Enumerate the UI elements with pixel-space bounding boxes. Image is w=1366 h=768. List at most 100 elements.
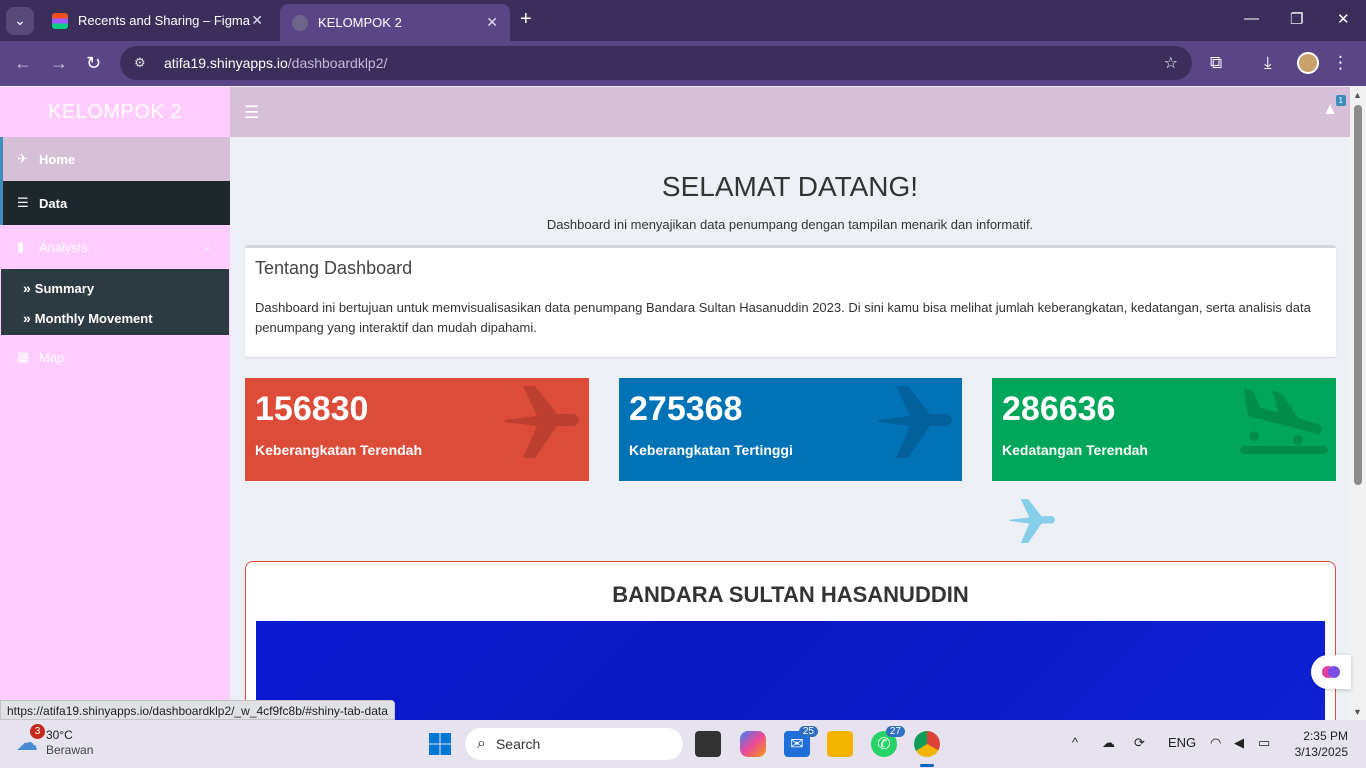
value-box-number: 275368 (629, 390, 743, 428)
close-icon[interactable]: ✕ (251, 12, 263, 29)
chevron-left-icon: ‹ (205, 239, 210, 255)
value-box-number: 156830 (255, 390, 369, 428)
download-icon[interactable]: ⤓ (1264, 53, 1272, 73)
windows-taskbar: ☁ 3 30°C Berawan ⌕ Search ✉ 25 ✆ 27 ^ ☁ ⟳ E… (0, 720, 1366, 768)
forward-icon[interactable]: → (50, 53, 68, 74)
windows-logo-icon (429, 733, 451, 755)
cloud-icon: ☁ 3 (16, 724, 45, 756)
copilot-icon[interactable] (740, 731, 766, 757)
profile-avatar[interactable] (1297, 52, 1319, 74)
status-bar-url: https://atifa19.shinyapps.io/dashboardkl… (0, 700, 395, 720)
whatsapp-badge: 27 (885, 726, 905, 737)
analysis-submenu: » Summary » Monthly Movement (1, 269, 229, 335)
browser-toolbar: ← → ↻ ⚙ atifa19.shinyapps.io/dashboardkl… (0, 41, 1366, 86)
scroll-down-icon[interactable]: ▼ (1353, 707, 1362, 717)
brain-icon (1322, 666, 1340, 678)
airport-box: BANDARA SULTAN HASANUDDIN (245, 561, 1336, 720)
wifi-icon[interactable]: ◠ (1210, 735, 1221, 751)
kebab-menu-icon[interactable]: ⋮ (1332, 53, 1349, 73)
taskbar-search[interactable]: ⌕ Search (465, 728, 683, 760)
value-box-highest-departure: 275368 Keberangkatan Tertinggi (619, 378, 962, 481)
notification-badge: 1 (1335, 95, 1346, 106)
sidebar-item-label: Map (39, 349, 65, 365)
sidebar-subitem-summary[interactable]: » Summary (1, 273, 229, 303)
site-settings-icon[interactable]: ⚙ (134, 55, 152, 71)
scrollbar-thumb[interactable] (1354, 105, 1362, 485)
extensions-icon[interactable]: ⧉ (1210, 53, 1222, 73)
ai-assistant-brain-icon[interactable] (1311, 655, 1351, 689)
system-clock[interactable]: 2:35 PM 3/13/2025 (1288, 728, 1348, 760)
window-close-icon[interactable]: ✕ (1337, 10, 1350, 28)
weather-temp: 30°C (46, 728, 73, 742)
airport-title: BANDARA SULTAN HASANUDDIN (612, 582, 969, 607)
search-placeholder: Search (495, 736, 541, 752)
page-scrollbar[interactable]: ▲ ▼ (1350, 87, 1366, 720)
value-box-label: Keberangkatan Terendah (255, 442, 423, 458)
clock-date: 3/13/2025 (1294, 745, 1348, 759)
hamburger-menu-icon[interactable]: ☰ (244, 103, 259, 123)
sidebar-item-analysis[interactable]: ▮ Analysis ‹ (0, 225, 230, 269)
figma-icon (52, 12, 68, 29)
value-box-label: Kedatangan Terendah (1002, 442, 1148, 458)
notification-warning-icon[interactable]: ▲ 1 (1322, 95, 1346, 119)
brand-logo[interactable]: KELOMPOK 2 (0, 87, 230, 137)
bar-chart-icon: ▮ (17, 239, 25, 254)
page-subtitle: Dashboard ini menyajikan data penumpang … (546, 217, 1034, 232)
tab-search-button[interactable]: ⌄ (6, 6, 34, 35)
value-box-label: Keberangkatan Tertinggi (629, 442, 793, 458)
browser-tab-figma[interactable]: Recents and Sharing – Figma ✕ (40, 0, 275, 41)
weather-badge: 3 (30, 724, 45, 739)
globe-icon (292, 14, 308, 31)
plane-icon (505, 386, 579, 458)
about-box-title: Tentang Dashboard (255, 258, 413, 278)
value-box-number: 286636 (1002, 390, 1116, 428)
sidebar-item-home[interactable]: ✈ Home (0, 137, 230, 181)
sidebar-item-label: Analysis (39, 239, 88, 255)
back-icon[interactable]: ← (14, 53, 32, 74)
database-icon: ☰ (17, 195, 29, 210)
double-angle-right-icon: » (23, 310, 31, 326)
task-view-icon[interactable] (695, 731, 721, 757)
sidebar-subitem-label: Summary (34, 280, 95, 296)
weather-widget[interactable]: ☁ 3 30°C Berawan (16, 724, 94, 758)
value-box-lowest-arrival: 286636 Kedatangan Terendah (992, 378, 1336, 481)
sidebar-item-map[interactable]: ▦ Map (0, 335, 230, 379)
tab-title: KELOMPOK 2 (318, 15, 402, 30)
chevron-down-icon: ⌄ (14, 12, 26, 28)
sidebar-subitem-monthly-movement[interactable]: » Monthly Movement (1, 303, 229, 333)
plane-arrival-icon (1240, 388, 1328, 454)
file-explorer-icon[interactable] (827, 731, 853, 757)
scroll-up-icon[interactable]: ▲ (1353, 90, 1362, 100)
address-bar[interactable]: ⚙ atifa19.shinyapps.io/dashboardklp2/ ☆ (120, 46, 1192, 80)
url-host: atifa19.shinyapps.io (164, 55, 288, 71)
windows-start-icon[interactable] (427, 731, 453, 757)
maximize-icon[interactable]: ❐ (1290, 10, 1303, 28)
chrome-icon[interactable] (914, 731, 940, 757)
onedrive-icon[interactable]: ☁ (1102, 735, 1115, 751)
reload-icon[interactable]: ↻ (86, 53, 101, 74)
battery-icon[interactable]: ▭ (1258, 735, 1270, 751)
clock-time: 2:35 PM (1303, 729, 1348, 743)
plane-icon (1009, 499, 1055, 543)
double-angle-right-icon: » (23, 280, 31, 296)
whatsapp-icon[interactable]: ✆ 27 (871, 726, 905, 757)
sidebar-item-data[interactable]: ☰ Data (0, 181, 230, 225)
url-path: /dashboardklp2/ (287, 55, 388, 71)
sidebar-item-label: Home (39, 151, 76, 167)
bookmark-star-icon[interactable]: ☆ (1164, 53, 1178, 73)
close-icon[interactable]: ✕ (486, 14, 498, 31)
language-indicator[interactable]: ENG (1168, 735, 1196, 750)
page-title: SELAMAT DATANG! (661, 171, 919, 202)
new-tab-button[interactable]: + (520, 8, 532, 31)
browser-tab-strip: ⌄ Recents and Sharing – Figma ✕ KELOMPOK… (0, 0, 1366, 41)
mail-icon[interactable]: ✉ 25 (784, 726, 818, 757)
sync-icon[interactable]: ⟳ (1134, 735, 1145, 751)
volume-icon[interactable]: ◀ (1234, 735, 1244, 751)
main-content: SELAMAT DATANG! Dashboard ini menyajikan… (230, 137, 1350, 720)
minimize-icon[interactable]: — (1244, 10, 1259, 27)
search-icon: ⌕ (477, 735, 486, 752)
map-icon: ▦ (17, 349, 30, 364)
browser-tab-kelompok[interactable]: KELOMPOK 2 ✕ (280, 4, 510, 41)
chevron-up-icon[interactable]: ^ (1072, 735, 1078, 750)
weather-desc: Berawan (46, 743, 94, 757)
